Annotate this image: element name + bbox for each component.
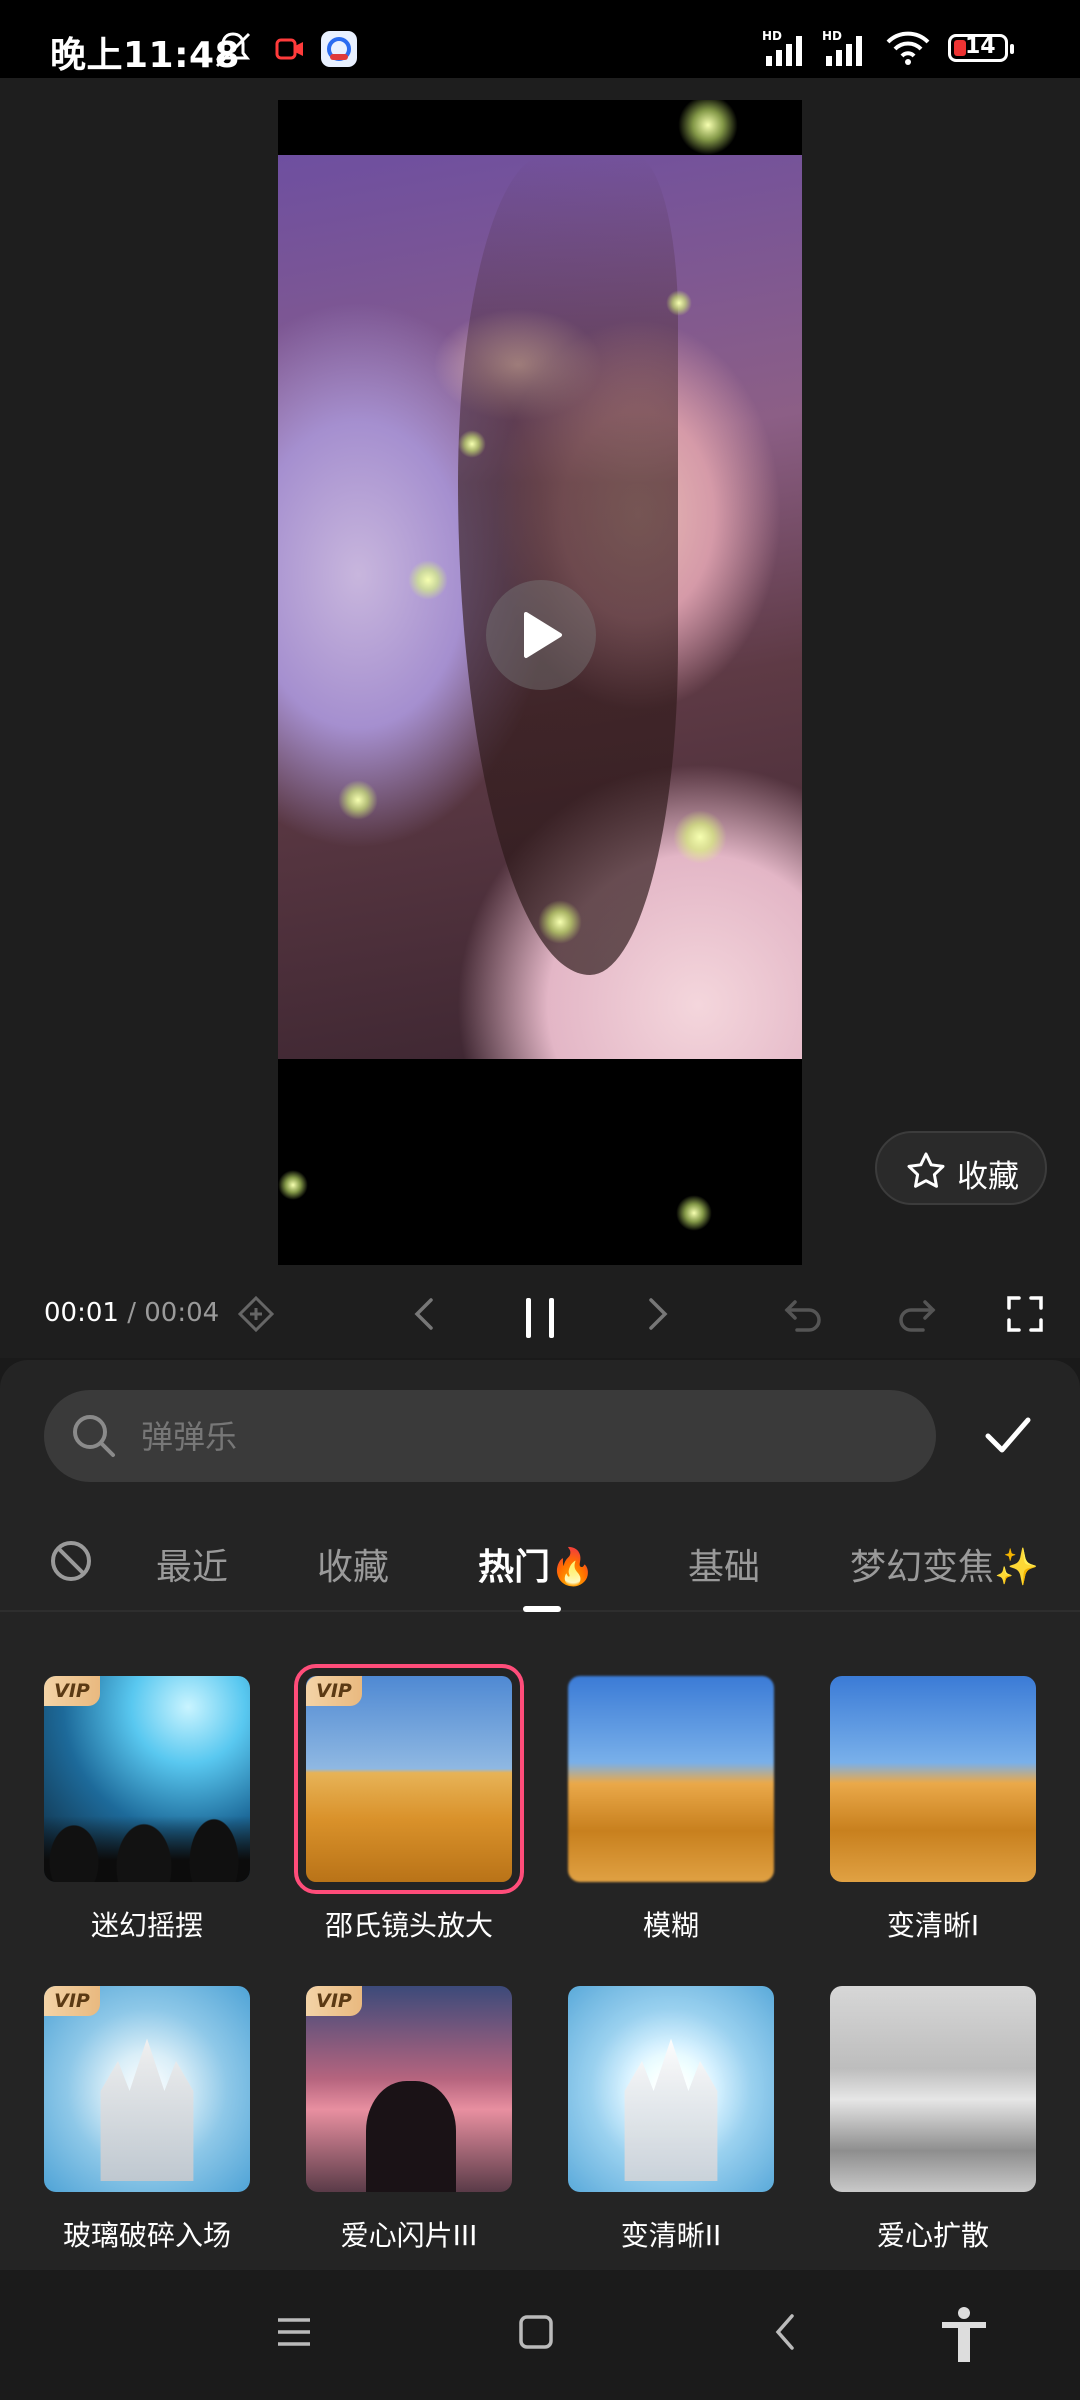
tab-hot[interactable]: 热门🔥 <box>478 1538 595 1590</box>
effect-thumbnail <box>294 1664 524 1894</box>
favorite-label: 收藏 <box>957 1159 1019 1195</box>
current-time: 00:01 <box>44 1298 119 1328</box>
pause-icon[interactable] <box>516 1294 564 1346</box>
system-nav-bar <box>0 2270 1080 2400</box>
search-input[interactable] <box>139 1408 903 1466</box>
fullscreen-icon[interactable] <box>1005 1294 1045 1338</box>
effect-name: 模糊 <box>642 1909 699 1942</box>
next-frame-icon[interactable] <box>637 1294 677 1338</box>
svg-text:HD: HD <box>762 29 782 43</box>
battery-icon: 14 <box>948 34 1014 62</box>
video-preview[interactable] <box>278 100 802 1265</box>
vip-badge: VIP <box>44 1986 100 2016</box>
vip-badge: VIP <box>44 1676 100 1706</box>
battery-level: 14 <box>965 34 996 59</box>
tab-recent[interactable]: 最近 <box>156 1538 228 1590</box>
no-effect-icon[interactable] <box>48 1538 94 1588</box>
effect-thumbnail <box>44 1986 250 2192</box>
app-notification-icon <box>320 30 358 72</box>
effect-thumbnail <box>830 1986 1036 2192</box>
tab-basic[interactable]: 基础 <box>688 1538 760 1590</box>
effect-thumbnail <box>44 1676 250 1882</box>
transport-bar: 00:01 / 00:04 <box>0 1280 1080 1360</box>
effect-thumbnail <box>568 1676 774 1882</box>
category-tabs: 最近 收藏 热门🔥 基础 梦幻变焦✨ <box>0 1510 1080 1612</box>
mute-bell-icon <box>212 30 254 74</box>
svg-text:HD: HD <box>822 29 842 43</box>
effect-thumbnail <box>306 1986 512 2192</box>
effect-thumbnail <box>568 1986 774 2192</box>
effect-name: 玻璃破碎入场 <box>62 2219 231 2252</box>
confirm-check-icon[interactable] <box>980 1410 1036 1464</box>
effect-name: 爱心闪片III <box>340 2219 478 2252</box>
search-bar[interactable] <box>44 1390 936 1482</box>
play-button[interactable] <box>486 580 596 690</box>
keyframe-icon[interactable] <box>236 1294 276 1338</box>
active-tab-indicator <box>523 1606 561 1612</box>
timecode: 00:01 / 00:04 <box>44 1298 219 1328</box>
search-icon <box>73 1415 115 1457</box>
effect-name: 变清晰I <box>886 1909 980 1942</box>
menu-icon[interactable] <box>276 2312 312 2356</box>
tab-favorites[interactable]: 收藏 <box>317 1538 389 1590</box>
signal-2-icon: HD <box>820 28 872 72</box>
effect-name: 爱心扩散 <box>876 2219 989 2252</box>
favorite-button[interactable]: 收藏 <box>875 1131 1047 1205</box>
total-time: 00:04 <box>144 1298 220 1328</box>
effect-name: 迷幻摇摆 <box>90 1909 203 1942</box>
undo-icon[interactable] <box>783 1294 825 1338</box>
vip-badge: VIP <box>306 1986 362 2016</box>
effects-panel: 最近 收藏 热门🔥 基础 梦幻变焦✨ VIP 迷幻摇摆 VIP 邵氏镜头放大 模… <box>0 1360 1080 2270</box>
back-icon[interactable] <box>768 2312 804 2356</box>
effect-thumbnail <box>830 1676 1036 1882</box>
wifi-icon <box>885 30 931 70</box>
redo-icon[interactable] <box>895 1294 937 1338</box>
effect-name: 邵氏镜头放大 <box>324 1909 493 1942</box>
time-separator: / <box>118 1298 145 1328</box>
previous-frame-icon[interactable] <box>405 1294 445 1338</box>
tab-dream-zoom[interactable]: 梦幻变焦✨ <box>850 1538 1039 1590</box>
signal-1-icon: HD <box>760 28 812 72</box>
vip-badge: VIP <box>306 1676 362 1706</box>
accessibility-icon[interactable] <box>938 2306 990 2368</box>
screen-record-icon <box>275 38 305 64</box>
video-editor: 收藏 <box>0 78 1080 1358</box>
home-icon[interactable] <box>518 2312 554 2356</box>
effect-name: 变清晰II <box>620 2219 722 2252</box>
